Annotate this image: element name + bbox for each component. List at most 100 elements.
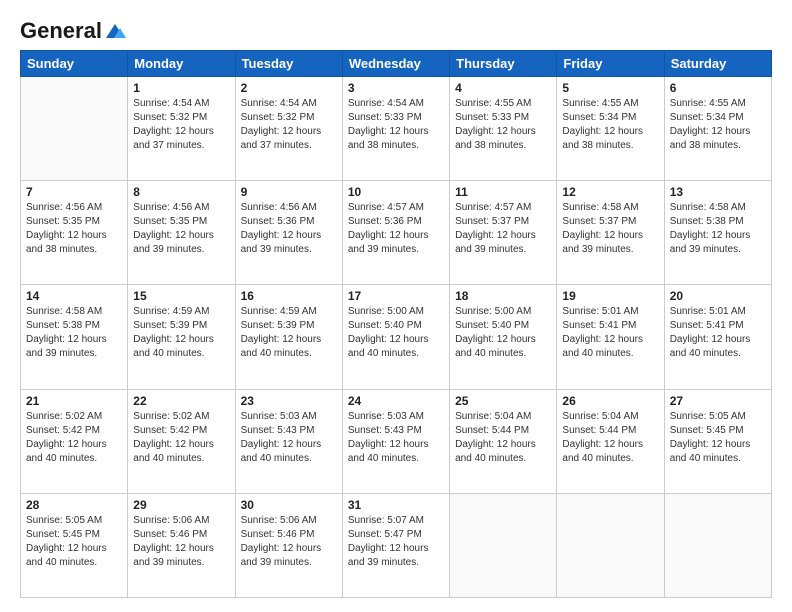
day-number: 4 (455, 81, 551, 95)
day-number: 13 (670, 185, 766, 199)
calendar-week-4: 28 Sunrise: 5:05 AM Sunset: 5:45 PM Dayli… (21, 493, 772, 597)
calendar-cell: 15 Sunrise: 4:59 AM Sunset: 5:39 PM Dayli… (128, 285, 235, 389)
day-number: 23 (241, 394, 337, 408)
day-number: 25 (455, 394, 551, 408)
calendar-cell (450, 493, 557, 597)
calendar-cell: 18 Sunrise: 5:00 AM Sunset: 5:40 PM Dayli… (450, 285, 557, 389)
calendar-cell: 31 Sunrise: 5:07 AM Sunset: 5:47 PM Dayli… (342, 493, 449, 597)
day-number: 9 (241, 185, 337, 199)
day-number: 10 (348, 185, 444, 199)
day-number: 26 (562, 394, 658, 408)
day-info: Sunrise: 5:05 AM Sunset: 5:45 PM Dayligh… (670, 410, 766, 466)
day-number: 27 (670, 394, 766, 408)
calendar-cell: 28 Sunrise: 5:05 AM Sunset: 5:45 PM Dayli… (21, 493, 128, 597)
calendar-cell: 22Sunrise: 5:02 AM Sunset: 5:42 PM Dayli… (128, 389, 235, 493)
day-info: Sunrise: 5:03 AM Sunset: 5:43 PM Dayligh… (241, 410, 337, 466)
day-info: Sunrise: 5:06 AM Sunset: 5:46 PM Dayligh… (241, 514, 337, 570)
day-number: 28 (26, 498, 122, 512)
calendar-header-sunday: Sunday (21, 51, 128, 77)
day-number: 29 (133, 498, 229, 512)
calendar-header-monday: Monday (128, 51, 235, 77)
day-number: 20 (670, 289, 766, 303)
day-info: Sunrise: 4:54 AM Sunset: 5:32 PM Dayligh… (133, 97, 229, 153)
calendar-cell: 7 Sunrise: 4:56 AM Sunset: 5:35 PM Daylig… (21, 181, 128, 285)
day-info: Sunrise: 5:02 AM Sunset: 5:42 PM Dayligh… (133, 410, 229, 466)
logo-general: General (20, 18, 102, 44)
day-number: 31 (348, 498, 444, 512)
calendar-cell: 24 Sunrise: 5:03 AM Sunset: 5:43 PM Dayli… (342, 389, 449, 493)
calendar-cell: 6 Sunrise: 4:55 AM Sunset: 5:34 PM Daylig… (664, 77, 771, 181)
day-info: Sunrise: 4:56 AM Sunset: 5:36 PM Dayligh… (241, 201, 337, 257)
day-number: 2 (241, 81, 337, 95)
day-number: 11 (455, 185, 551, 199)
calendar-cell: 11Sunrise: 4:57 AM Sunset: 5:37 PM Dayli… (450, 181, 557, 285)
calendar-cell: 25 Sunrise: 5:04 AM Sunset: 5:44 PM Dayli… (450, 389, 557, 493)
day-number: 3 (348, 81, 444, 95)
calendar-header-friday: Friday (557, 51, 664, 77)
day-info: Sunrise: 4:58 AM Sunset: 5:38 PM Dayligh… (670, 201, 766, 257)
calendar-cell: 3Sunrise: 4:54 AM Sunset: 5:33 PM Daylig… (342, 77, 449, 181)
day-number: 1 (133, 81, 229, 95)
calendar-cell: 19 Sunrise: 5:01 AM Sunset: 5:41 PM Dayli… (557, 285, 664, 389)
calendar-cell (664, 493, 771, 597)
calendar-cell: 4 Sunrise: 4:55 AM Sunset: 5:33 PM Daylig… (450, 77, 557, 181)
day-info: Sunrise: 5:06 AM Sunset: 5:46 PM Dayligh… (133, 514, 229, 570)
day-info: Sunrise: 5:01 AM Sunset: 5:41 PM Dayligh… (562, 305, 658, 361)
day-number: 18 (455, 289, 551, 303)
calendar-cell: 17Sunrise: 5:00 AM Sunset: 5:40 PM Dayli… (342, 285, 449, 389)
day-info: Sunrise: 4:59 AM Sunset: 5:39 PM Dayligh… (241, 305, 337, 361)
calendar-cell: 20 Sunrise: 5:01 AM Sunset: 5:41 PM Dayli… (664, 285, 771, 389)
day-info: Sunrise: 4:54 AM Sunset: 5:32 PM Dayligh… (241, 97, 337, 153)
day-number: 7 (26, 185, 122, 199)
day-number: 24 (348, 394, 444, 408)
day-number: 30 (241, 498, 337, 512)
header: General (20, 18, 772, 40)
day-info: Sunrise: 4:58 AM Sunset: 5:37 PM Dayligh… (562, 201, 658, 257)
day-number: 21 (26, 394, 122, 408)
calendar-cell: 23 Sunrise: 5:03 AM Sunset: 5:43 PM Dayli… (235, 389, 342, 493)
calendar-cell: 30 Sunrise: 5:06 AM Sunset: 5:46 PM Dayli… (235, 493, 342, 597)
day-info: Sunrise: 4:58 AM Sunset: 5:38 PM Dayligh… (26, 305, 122, 361)
calendar-cell: 27 Sunrise: 5:05 AM Sunset: 5:45 PM Dayli… (664, 389, 771, 493)
day-info: Sunrise: 4:55 AM Sunset: 5:34 PM Dayligh… (670, 97, 766, 153)
day-number: 12 (562, 185, 658, 199)
calendar-cell: 29 Sunrise: 5:06 AM Sunset: 5:46 PM Dayli… (128, 493, 235, 597)
day-number: 15 (133, 289, 229, 303)
day-number: 16 (241, 289, 337, 303)
calendar-cell: 5Sunrise: 4:55 AM Sunset: 5:34 PM Daylig… (557, 77, 664, 181)
calendar-cell (557, 493, 664, 597)
page: General SundayMondayTuesdayWednesdayThur… (0, 0, 792, 612)
day-info: Sunrise: 4:57 AM Sunset: 5:36 PM Dayligh… (348, 201, 444, 257)
calendar-cell: 8Sunrise: 4:56 AM Sunset: 5:35 PM Daylig… (128, 181, 235, 285)
calendar-cell: 9 Sunrise: 4:56 AM Sunset: 5:36 PM Daylig… (235, 181, 342, 285)
calendar-cell: 21 Sunrise: 5:02 AM Sunset: 5:42 PM Dayli… (21, 389, 128, 493)
logo-icon (104, 22, 126, 40)
day-info: Sunrise: 4:55 AM Sunset: 5:33 PM Dayligh… (455, 97, 551, 153)
day-info: Sunrise: 5:03 AM Sunset: 5:43 PM Dayligh… (348, 410, 444, 466)
day-info: Sunrise: 5:07 AM Sunset: 5:47 PM Dayligh… (348, 514, 444, 570)
day-info: Sunrise: 4:56 AM Sunset: 5:35 PM Dayligh… (26, 201, 122, 257)
calendar-cell (21, 77, 128, 181)
day-info: Sunrise: 5:00 AM Sunset: 5:40 PM Dayligh… (455, 305, 551, 361)
calendar-cell: 2 Sunrise: 4:54 AM Sunset: 5:32 PM Daylig… (235, 77, 342, 181)
calendar-cell: 10 Sunrise: 4:57 AM Sunset: 5:36 PM Dayli… (342, 181, 449, 285)
day-number: 5 (562, 81, 658, 95)
day-info: Sunrise: 5:05 AM Sunset: 5:45 PM Dayligh… (26, 514, 122, 570)
calendar-cell: 14Sunrise: 4:58 AM Sunset: 5:38 PM Dayli… (21, 285, 128, 389)
day-info: Sunrise: 4:59 AM Sunset: 5:39 PM Dayligh… (133, 305, 229, 361)
day-number: 19 (562, 289, 658, 303)
day-number: 17 (348, 289, 444, 303)
day-number: 8 (133, 185, 229, 199)
calendar-cell: 1 Sunrise: 4:54 AM Sunset: 5:32 PM Daylig… (128, 77, 235, 181)
day-number: 6 (670, 81, 766, 95)
calendar-header-saturday: Saturday (664, 51, 771, 77)
day-info: Sunrise: 5:01 AM Sunset: 5:41 PM Dayligh… (670, 305, 766, 361)
day-info: Sunrise: 5:04 AM Sunset: 5:44 PM Dayligh… (455, 410, 551, 466)
logo: General (20, 18, 126, 40)
calendar-cell: 26Sunrise: 5:04 AM Sunset: 5:44 PM Dayli… (557, 389, 664, 493)
calendar-header-tuesday: Tuesday (235, 51, 342, 77)
calendar-header-wednesday: Wednesday (342, 51, 449, 77)
calendar-header-thursday: Thursday (450, 51, 557, 77)
day-info: Sunrise: 5:02 AM Sunset: 5:42 PM Dayligh… (26, 410, 122, 466)
calendar-cell: 16 Sunrise: 4:59 AM Sunset: 5:39 PM Dayli… (235, 285, 342, 389)
